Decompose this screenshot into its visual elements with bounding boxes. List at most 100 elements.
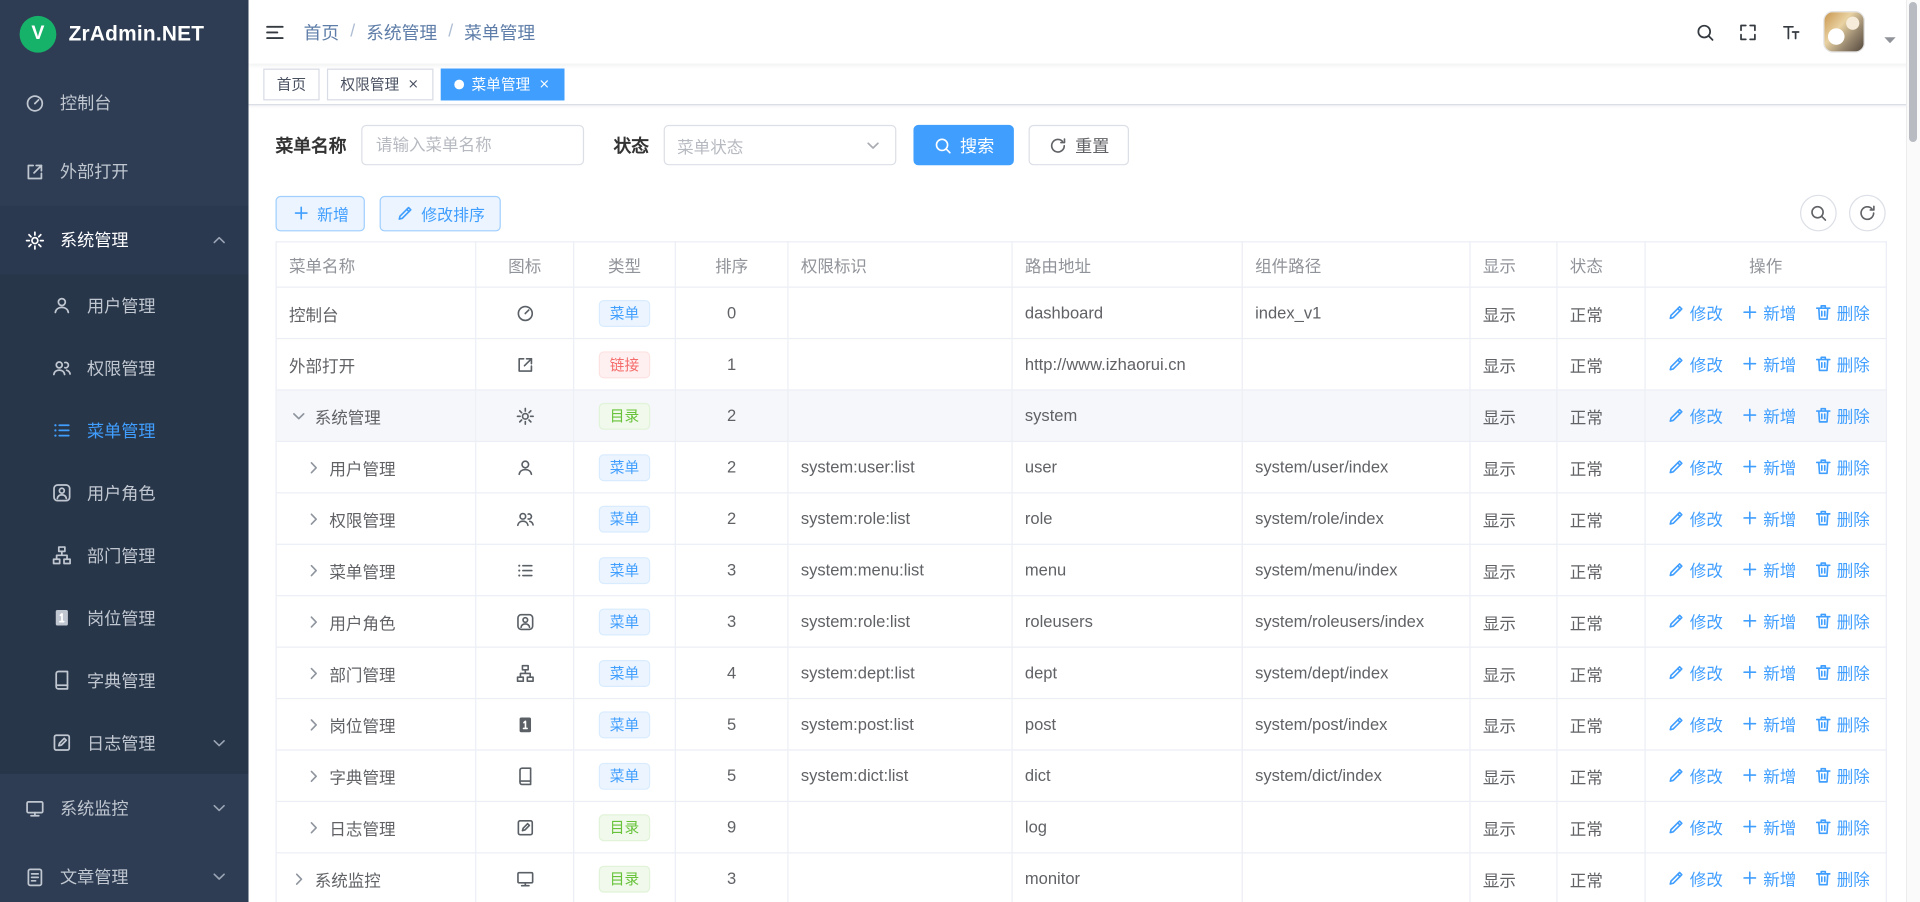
op-label: 修改 bbox=[1690, 866, 1723, 890]
page-scrollbar[interactable] bbox=[1906, 0, 1920, 902]
row-edit-link[interactable]: 修改 bbox=[1667, 866, 1723, 890]
row-edit-link[interactable]: 修改 bbox=[1667, 454, 1723, 478]
sidebar-item-external[interactable]: 外部打开 bbox=[0, 137, 249, 206]
delete-icon bbox=[1813, 817, 1833, 837]
op-label: 修改 bbox=[1690, 506, 1723, 530]
row-delete-link[interactable]: 删除 bbox=[1813, 557, 1869, 581]
font-size-button[interactable] bbox=[1780, 21, 1801, 42]
menu-name-input[interactable] bbox=[361, 125, 584, 165]
row-add-link[interactable]: 新增 bbox=[1740, 506, 1796, 530]
refresh-table-button[interactable] bbox=[1849, 195, 1886, 232]
sidebar-item-label: 用户角色 bbox=[87, 481, 156, 505]
header-search-button[interactable] bbox=[1695, 21, 1716, 42]
sidebar-toggle-button[interactable] bbox=[263, 20, 286, 43]
row-add-link[interactable]: 新增 bbox=[1740, 609, 1796, 633]
tab-0[interactable]: 首页 bbox=[263, 68, 319, 100]
search-button[interactable]: 搜索 bbox=[913, 125, 1013, 165]
sidebar-item-menus[interactable]: 菜单管理 bbox=[0, 399, 249, 461]
row-add-link[interactable]: 新增 bbox=[1740, 300, 1796, 324]
row-delete-link[interactable]: 删除 bbox=[1813, 351, 1869, 375]
row-add-link[interactable]: 新增 bbox=[1740, 711, 1796, 735]
sidebar-item-users[interactable]: 用户管理 bbox=[0, 274, 249, 336]
cell-ops: 修改新增删除 bbox=[1645, 544, 1886, 595]
row-delete-link[interactable]: 删除 bbox=[1813, 866, 1869, 890]
tab-2[interactable]: 菜单管理 bbox=[441, 68, 565, 100]
sidebar-item-roles[interactable]: 权限管理 bbox=[0, 337, 249, 399]
table-row: 用户管理菜单2system:user:listusersystem/user/i… bbox=[276, 441, 1886, 492]
cell-order: 3 bbox=[675, 596, 788, 647]
row-delete-link[interactable]: 删除 bbox=[1813, 711, 1869, 735]
cell-visible: 显示 bbox=[1470, 596, 1557, 647]
row-add-link[interactable]: 新增 bbox=[1740, 403, 1796, 427]
component-value: system/post/index bbox=[1255, 715, 1387, 733]
row-add-link[interactable]: 新增 bbox=[1740, 866, 1796, 890]
breadcrumb-item-home[interactable]: 首页 bbox=[304, 19, 340, 45]
cell-perm: system:menu:list bbox=[788, 544, 1012, 595]
breadcrumb-item-menu[interactable]: 菜单管理 bbox=[464, 19, 535, 45]
breadcrumb-separator: / bbox=[350, 22, 355, 42]
row-edit-link[interactable]: 修改 bbox=[1667, 403, 1723, 427]
row-delete-link[interactable]: 删除 bbox=[1813, 660, 1869, 684]
route-value: menu bbox=[1025, 561, 1066, 579]
row-edit-link[interactable]: 修改 bbox=[1667, 506, 1723, 530]
row-delete-link[interactable]: 删除 bbox=[1813, 454, 1869, 478]
sidebar-item-logs[interactable]: 日志管理 bbox=[0, 711, 249, 773]
tab-1[interactable]: 权限管理 bbox=[327, 68, 434, 100]
delete-icon bbox=[1813, 611, 1833, 631]
sort-edit-button[interactable]: 修改排序 bbox=[380, 195, 501, 231]
row-add-link[interactable]: 新增 bbox=[1740, 557, 1796, 581]
row-edit-link[interactable]: 修改 bbox=[1667, 609, 1723, 633]
row-delete-link[interactable]: 删除 bbox=[1813, 506, 1869, 530]
row-edit-link[interactable]: 修改 bbox=[1667, 557, 1723, 581]
scrollbar-thumb[interactable] bbox=[1909, 2, 1917, 142]
row-add-link[interactable]: 新增 bbox=[1740, 454, 1796, 478]
close-icon[interactable] bbox=[407, 77, 420, 90]
row-edit-link[interactable]: 修改 bbox=[1667, 814, 1723, 838]
component-value: index_v1 bbox=[1255, 304, 1321, 322]
chevron-right-icon bbox=[304, 766, 324, 786]
row-delete-link[interactable]: 删除 bbox=[1813, 609, 1869, 633]
sidebar-item-articles[interactable]: 文章管理 bbox=[0, 842, 249, 902]
row-edit-link[interactable]: 修改 bbox=[1667, 300, 1723, 324]
cell-ops: 修改新增删除 bbox=[1645, 853, 1886, 902]
row-add-link[interactable]: 新增 bbox=[1740, 814, 1796, 838]
sidebar-item-user-roles[interactable]: 用户角色 bbox=[0, 462, 249, 524]
row-delete-link[interactable]: 删除 bbox=[1813, 814, 1869, 838]
sidebar-item-monitor[interactable]: 系统监控 bbox=[0, 774, 249, 843]
cell-route: dashboard bbox=[1012, 287, 1242, 338]
search-icon bbox=[1809, 203, 1829, 223]
sidebar-item-depts[interactable]: 部门管理 bbox=[0, 524, 249, 586]
status-value: 正常 bbox=[1570, 408, 1603, 426]
toggle-search-button[interactable] bbox=[1800, 195, 1837, 232]
row-add-link[interactable]: 新增 bbox=[1740, 660, 1796, 684]
row-delete-link[interactable]: 删除 bbox=[1813, 763, 1869, 787]
sidebar-item-dashboard[interactable]: 控制台 bbox=[0, 69, 249, 138]
chevron-right-icon bbox=[304, 817, 324, 837]
row-edit-link[interactable]: 修改 bbox=[1667, 711, 1723, 735]
row-add-link[interactable]: 新增 bbox=[1740, 763, 1796, 787]
user-avatar[interactable] bbox=[1823, 11, 1865, 53]
type-tag: 菜单 bbox=[599, 762, 650, 789]
type-tag: 目录 bbox=[599, 865, 650, 892]
row-add-link[interactable]: 新增 bbox=[1740, 351, 1796, 375]
reset-button[interactable]: 重置 bbox=[1029, 125, 1129, 165]
chevron-down-icon bbox=[289, 406, 309, 426]
breadcrumb-item-system[interactable]: 系统管理 bbox=[366, 19, 437, 45]
row-edit-link[interactable]: 修改 bbox=[1667, 351, 1723, 375]
row-delete-link[interactable]: 删除 bbox=[1813, 300, 1869, 324]
status-select[interactable]: 菜单状态 bbox=[664, 125, 897, 165]
table-row: 用户角色菜单3system:role:listroleuserssystem/r… bbox=[276, 596, 1886, 647]
sidebar-item-dicts[interactable]: 字典管理 bbox=[0, 649, 249, 711]
fullscreen-button[interactable] bbox=[1738, 21, 1759, 42]
add-button[interactable]: 新增 bbox=[276, 195, 365, 231]
row-delete-link[interactable]: 删除 bbox=[1813, 403, 1869, 427]
row-edit-link[interactable]: 修改 bbox=[1667, 763, 1723, 787]
cell-status: 正常 bbox=[1557, 801, 1645, 852]
route-value: dict bbox=[1025, 767, 1051, 785]
edit-icon bbox=[1667, 560, 1687, 580]
row-edit-link[interactable]: 修改 bbox=[1667, 660, 1723, 684]
caret-down-icon[interactable] bbox=[1880, 29, 1901, 50]
sidebar-item-system[interactable]: 系统管理 bbox=[0, 206, 249, 275]
close-icon[interactable] bbox=[538, 77, 551, 90]
sidebar-item-posts[interactable]: 岗位管理 bbox=[0, 587, 249, 649]
